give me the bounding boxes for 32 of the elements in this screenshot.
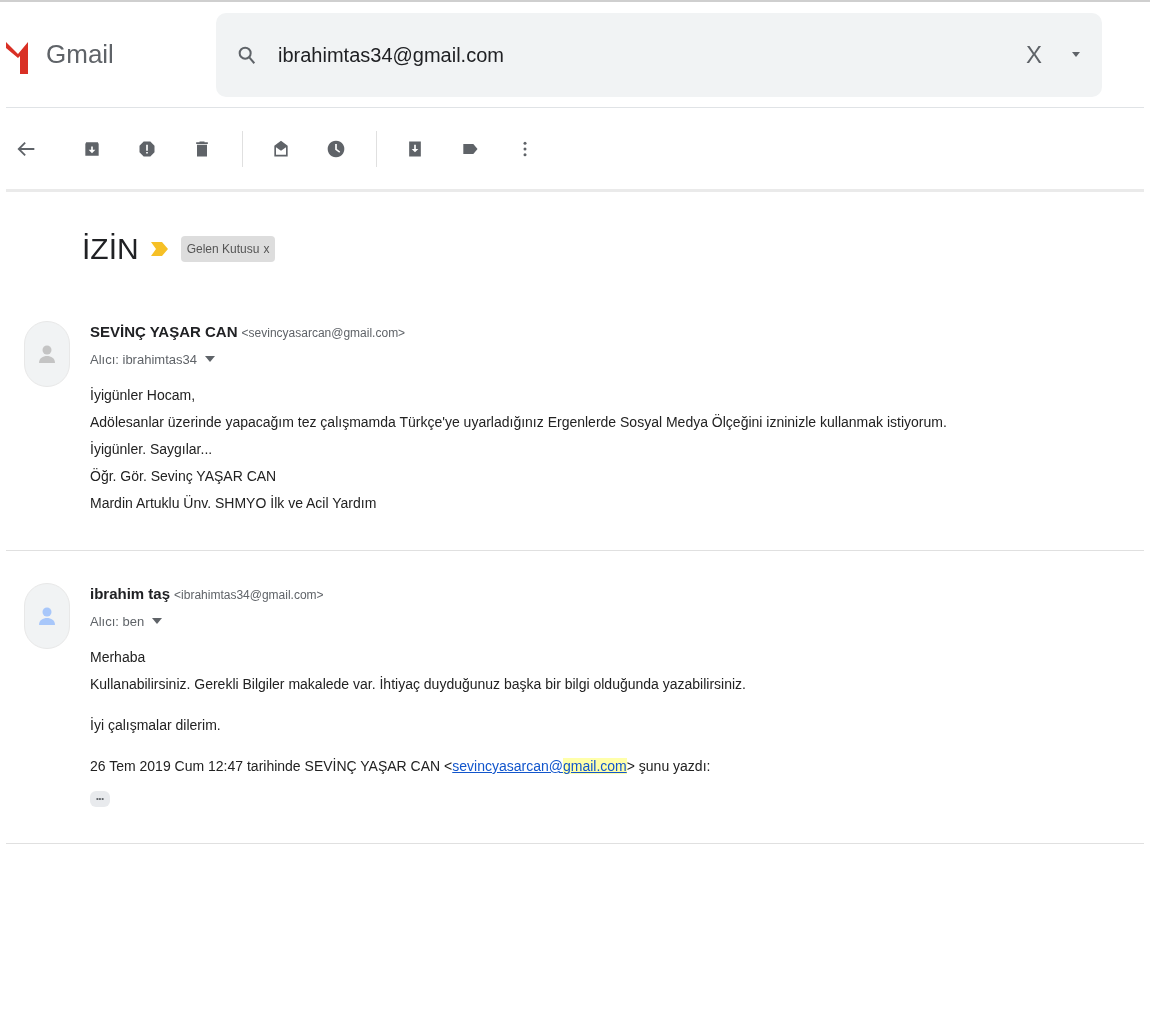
gmail-logo-icon — [6, 39, 30, 74]
body-text-line: Mardin Artuklu Ünv. SHMYO İlk ve Acil Yardım — [90, 494, 378, 513]
body-text-line: İyi çalışmalar dilerim. — [90, 716, 222, 735]
sender-email: <ibrahimtas34@gmail.com> — [174, 587, 324, 604]
sender-name: SEVİNÇ YAŞAR CAN — [90, 322, 238, 342]
body-text-line: Kullanabilirsiniz. Gerekli Bilgiler makalede var. İhtiyaç duyduğunuz başka bir bilgi olduğunda yazabilirsiniz. — [90, 675, 746, 694]
search-text: ibrahimtas34@gmail.com — [278, 42, 505, 68]
sender-name: ibrahim taş — [90, 584, 171, 604]
recipient-text: Alıcı: ibrahimtas34 — [90, 350, 197, 369]
email-link[interactable]: sevincyasarcan@gmail.com — [452, 758, 627, 774]
inbox-label-chip[interactable]: Gelen Kutusu x — [180, 235, 276, 262]
envelope-icon[interactable] — [271, 138, 291, 159]
gmail-logo-text: Gmail — [46, 38, 115, 71]
dropdown-caret-icon[interactable] — [204, 356, 215, 363]
dropdown-caret-icon[interactable] — [1070, 50, 1082, 59]
search-field[interactable]: ibrahimtas34@gmail.com X — [216, 12, 1102, 97]
body-text-line: Merhaba — [90, 648, 147, 667]
remove-label-button[interactable]: x — [263, 239, 270, 258]
body-text-line: Öğr. Gör. Sevinç YAŞAR CAN — [90, 467, 278, 486]
body-text-line: İyigünler. Saygılar... — [90, 440, 214, 459]
clear-search-button[interactable]: X — [1018, 36, 1050, 73]
clock-icon[interactable] — [326, 138, 346, 159]
subject-heading: İZİN — [82, 231, 139, 267]
quote-attribution: 26 Tem 2019 Cum 12:47 tarihinde SEVİNÇ YAŞAR CAN <sevincyasarcan@gmail.com> şunu yazdı: — [90, 757, 712, 776]
label-text: Gelen Kutusu — [186, 240, 260, 258]
importance-marker-icon[interactable] — [150, 240, 169, 257]
body-text-line: İyigünler Hocam, — [90, 386, 197, 405]
dropdown-caret-icon[interactable] — [152, 618, 163, 625]
recipient-text: Alıcı: ben — [90, 612, 145, 631]
body-text-line: Adölesanlar üzerinde yapacağım tez çalışmamda Türkçe'ye uyarladığınız Ergenlerde Sosyal Medya Ölçeğini izninizle kullanmak istiyorum. — [90, 413, 947, 432]
show-trimmed-button[interactable]: ••• — [90, 791, 110, 807]
sender-email: <sevincyasarcan@gmail.com> — [241, 325, 406, 342]
